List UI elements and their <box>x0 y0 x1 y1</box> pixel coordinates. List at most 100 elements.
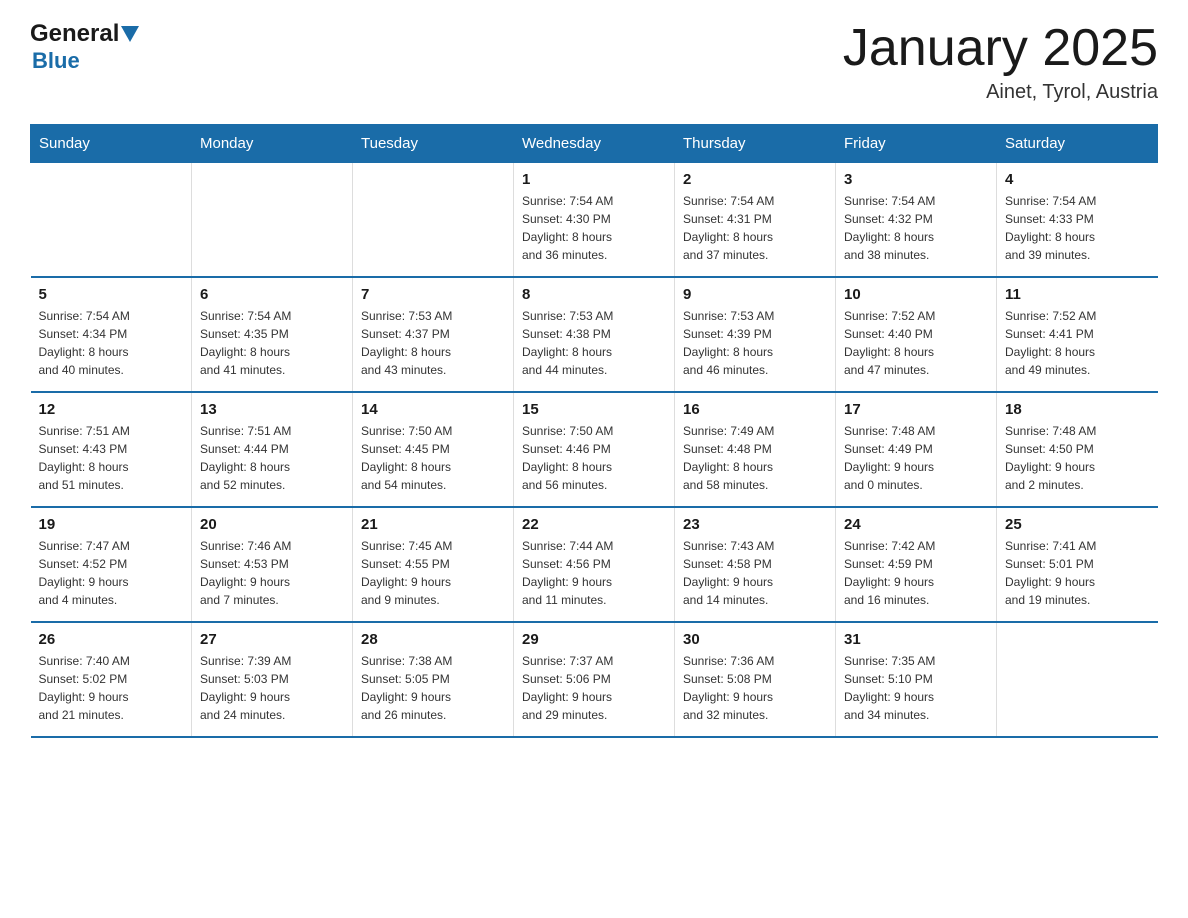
day-number: 1 <box>522 171 666 188</box>
calendar-cell: 28 Sunrise: 7:38 AM Sunset: 5:05 PM Dayli… <box>353 622 514 737</box>
column-header-monday: Monday <box>192 125 353 163</box>
day-number: 25 <box>1005 516 1150 533</box>
day-number: 8 <box>522 286 666 303</box>
day-number: 27 <box>200 631 344 648</box>
calendar-cell: 18Sunrise: 7:48 AM Sunset: 4:50 PM Dayli… <box>997 392 1158 507</box>
day-info: Sunrise: 7:53 AM Sunset: 4:38 PM Dayligh… <box>522 307 666 379</box>
calendar-cell: 14Sunrise: 7:50 AM Sunset: 4:45 PM Dayli… <box>353 392 514 507</box>
day-info: Sunrise: 7:48 AM Sunset: 4:49 PM Dayligh… <box>844 422 988 494</box>
day-number: 22 <box>522 516 666 533</box>
calendar-cell: 4Sunrise: 7:54 AM Sunset: 4:33 PM Daylig… <box>997 163 1158 278</box>
calendar-cell <box>31 163 192 278</box>
day-number: 16 <box>683 401 827 418</box>
day-info: Sunrise: 7:53 AM Sunset: 4:37 PM Dayligh… <box>361 307 505 379</box>
calendar-cell: 7 Sunrise: 7:53 AM Sunset: 4:37 PM Daylig… <box>353 277 514 392</box>
day-info: Sunrise: 7:37 AM Sunset: 5:06 PM Dayligh… <box>522 652 666 724</box>
calendar-cell: 31 Sunrise: 7:35 AM Sunset: 5:10 PM Dayli… <box>836 622 997 737</box>
day-number: 12 <box>39 401 184 418</box>
day-info: Sunrise: 7:54 AM Sunset: 4:33 PM Dayligh… <box>1005 192 1150 264</box>
day-info: Sunrise: 7:35 AM Sunset: 5:10 PM Dayligh… <box>844 652 988 724</box>
calendar-cell: 15Sunrise: 7:50 AM Sunset: 4:46 PM Dayli… <box>514 392 675 507</box>
day-info: Sunrise: 7:44 AM Sunset: 4:56 PM Dayligh… <box>522 537 666 609</box>
calendar-cell: 11Sunrise: 7:52 AM Sunset: 4:41 PM Dayli… <box>997 277 1158 392</box>
day-info: Sunrise: 7:46 AM Sunset: 4:53 PM Dayligh… <box>200 537 344 609</box>
calendar-cell: 16Sunrise: 7:49 AM Sunset: 4:48 PM Dayli… <box>675 392 836 507</box>
day-number: 3 <box>844 171 988 188</box>
day-number: 24 <box>844 516 988 533</box>
day-number: 29 <box>522 631 666 648</box>
calendar-header-row: SundayMondayTuesdayWednesdayThursdayFrid… <box>31 125 1158 163</box>
day-number: 9 <box>683 286 827 303</box>
day-info: Sunrise: 7:54 AM Sunset: 4:35 PM Dayligh… <box>200 307 344 379</box>
calendar-cell: 5 Sunrise: 7:54 AM Sunset: 4:34 PM Daylig… <box>31 277 192 392</box>
calendar-cell: 9 Sunrise: 7:53 AM Sunset: 4:39 PM Daylig… <box>675 277 836 392</box>
day-number: 13 <box>200 401 344 418</box>
day-info: Sunrise: 7:54 AM Sunset: 4:31 PM Dayligh… <box>683 192 827 264</box>
calendar-cell: 20 Sunrise: 7:46 AM Sunset: 4:53 PM Dayli… <box>192 507 353 622</box>
day-number: 31 <box>844 631 988 648</box>
column-header-thursday: Thursday <box>675 125 836 163</box>
calendar-cell: 25 Sunrise: 7:41 AM Sunset: 5:01 PM Dayli… <box>997 507 1158 622</box>
day-info: Sunrise: 7:51 AM Sunset: 4:44 PM Dayligh… <box>200 422 344 494</box>
calendar-cell <box>192 163 353 278</box>
column-header-sunday: Sunday <box>31 125 192 163</box>
day-info: Sunrise: 7:39 AM Sunset: 5:03 PM Dayligh… <box>200 652 344 724</box>
title-section: January 2025 Ainet, Tyrol, Austria <box>843 20 1158 104</box>
calendar-cell: 13 Sunrise: 7:51 AM Sunset: 4:44 PM Dayli… <box>192 392 353 507</box>
column-header-tuesday: Tuesday <box>353 125 514 163</box>
logo-blue-text: Blue <box>32 48 139 74</box>
day-info: Sunrise: 7:38 AM Sunset: 5:05 PM Dayligh… <box>361 652 505 724</box>
day-number: 20 <box>200 516 344 533</box>
day-info: Sunrise: 7:54 AM Sunset: 4:34 PM Dayligh… <box>39 307 184 379</box>
day-number: 19 <box>39 516 184 533</box>
calendar-week-row: 5 Sunrise: 7:54 AM Sunset: 4:34 PM Daylig… <box>31 277 1158 392</box>
day-info: Sunrise: 7:36 AM Sunset: 5:08 PM Dayligh… <box>683 652 827 724</box>
calendar-week-row: 1Sunrise: 7:54 AM Sunset: 4:30 PM Daylig… <box>31 163 1158 278</box>
day-number: 26 <box>39 631 184 648</box>
calendar-cell: 12Sunrise: 7:51 AM Sunset: 4:43 PM Dayli… <box>31 392 192 507</box>
page-header: General Blue January 2025 Ainet, Tyrol, … <box>30 20 1158 104</box>
day-info: Sunrise: 7:42 AM Sunset: 4:59 PM Dayligh… <box>844 537 988 609</box>
calendar-cell: 30 Sunrise: 7:36 AM Sunset: 5:08 PM Dayli… <box>675 622 836 737</box>
calendar-subtitle: Ainet, Tyrol, Austria <box>843 81 1158 104</box>
calendar-cell: 1Sunrise: 7:54 AM Sunset: 4:30 PM Daylig… <box>514 163 675 278</box>
column-header-wednesday: Wednesday <box>514 125 675 163</box>
day-number: 10 <box>844 286 988 303</box>
calendar-cell: 21 Sunrise: 7:45 AM Sunset: 4:55 PM Dayli… <box>353 507 514 622</box>
day-info: Sunrise: 7:41 AM Sunset: 5:01 PM Dayligh… <box>1005 537 1150 609</box>
calendar-cell: 22 Sunrise: 7:44 AM Sunset: 4:56 PM Dayli… <box>514 507 675 622</box>
day-number: 14 <box>361 401 505 418</box>
calendar-cell: 6Sunrise: 7:54 AM Sunset: 4:35 PM Daylig… <box>192 277 353 392</box>
day-info: Sunrise: 7:53 AM Sunset: 4:39 PM Dayligh… <box>683 307 827 379</box>
calendar-cell: 19 Sunrise: 7:47 AM Sunset: 4:52 PM Dayli… <box>31 507 192 622</box>
day-number: 21 <box>361 516 505 533</box>
logo-arrow-icon <box>121 26 139 44</box>
calendar-title: January 2025 <box>843 20 1158 77</box>
calendar-cell: 26Sunrise: 7:40 AM Sunset: 5:02 PM Dayli… <box>31 622 192 737</box>
calendar-cell <box>997 622 1158 737</box>
day-info: Sunrise: 7:48 AM Sunset: 4:50 PM Dayligh… <box>1005 422 1150 494</box>
day-number: 5 <box>39 286 184 303</box>
day-info: Sunrise: 7:52 AM Sunset: 4:40 PM Dayligh… <box>844 307 988 379</box>
calendar-cell <box>353 163 514 278</box>
calendar-cell: 2 Sunrise: 7:54 AM Sunset: 4:31 PM Daylig… <box>675 163 836 278</box>
day-number: 30 <box>683 631 827 648</box>
day-info: Sunrise: 7:45 AM Sunset: 4:55 PM Dayligh… <box>361 537 505 609</box>
logo-general-text: General <box>30 20 119 48</box>
calendar-table: SundayMondayTuesdayWednesdayThursdayFrid… <box>30 124 1158 738</box>
day-number: 7 <box>361 286 505 303</box>
column-header-saturday: Saturday <box>997 125 1158 163</box>
day-number: 23 <box>683 516 827 533</box>
calendar-cell: 17Sunrise: 7:48 AM Sunset: 4:49 PM Dayli… <box>836 392 997 507</box>
day-info: Sunrise: 7:52 AM Sunset: 4:41 PM Dayligh… <box>1005 307 1150 379</box>
calendar-cell: 27 Sunrise: 7:39 AM Sunset: 5:03 PM Dayli… <box>192 622 353 737</box>
column-header-friday: Friday <box>836 125 997 163</box>
logo: General Blue <box>30 20 139 74</box>
day-info: Sunrise: 7:47 AM Sunset: 4:52 PM Dayligh… <box>39 537 184 609</box>
calendar-cell: 8 Sunrise: 7:53 AM Sunset: 4:38 PM Daylig… <box>514 277 675 392</box>
day-number: 15 <box>522 401 666 418</box>
day-number: 2 <box>683 171 827 188</box>
calendar-week-row: 26Sunrise: 7:40 AM Sunset: 5:02 PM Dayli… <box>31 622 1158 737</box>
day-info: Sunrise: 7:43 AM Sunset: 4:58 PM Dayligh… <box>683 537 827 609</box>
day-number: 28 <box>361 631 505 648</box>
